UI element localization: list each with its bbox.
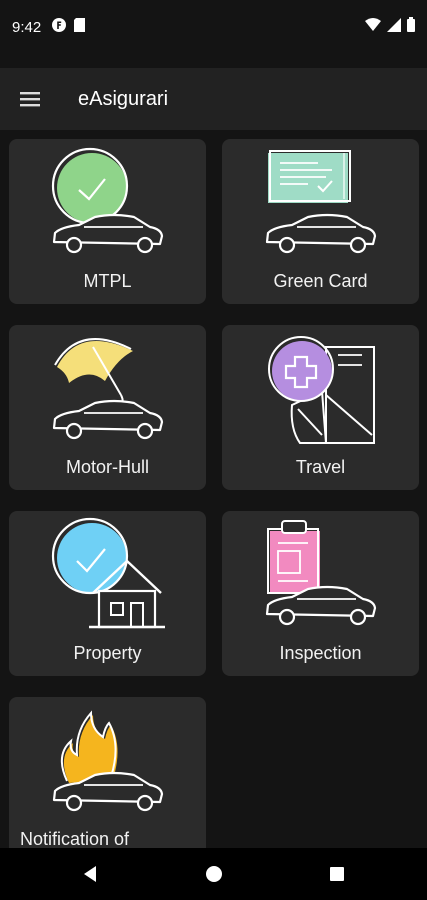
- card-inspection[interactable]: Inspection: [222, 511, 419, 676]
- sim-icon: [74, 18, 85, 32]
- card-notification[interactable]: Notification of: [9, 697, 206, 848]
- card-label-travel: Travel: [295, 457, 346, 477]
- back-icon[interactable]: [78, 862, 102, 886]
- notification-f-icon: [52, 18, 66, 32]
- card-label-motor-hull: Motor-Hull: [65, 457, 149, 477]
- recents-icon[interactable]: [325, 862, 349, 886]
- card-label-mtpl: MTPL: [83, 271, 132, 291]
- status-bar: 9:42: [0, 0, 427, 56]
- status-time: 9:42: [12, 19, 42, 36]
- menu-icon[interactable]: [18, 88, 44, 110]
- navigation-bar: [0, 848, 427, 900]
- card-label-property: Property: [73, 643, 142, 663]
- motor-hull-umbrella-car-icon: [52, 338, 164, 440]
- home-icon[interactable]: [202, 862, 226, 886]
- property-house-check-icon: [51, 517, 165, 629]
- app-title: eAsigurari: [78, 88, 169, 110]
- card-motor-hull[interactable]: Motor-Hull: [9, 325, 206, 490]
- wifi-icon: [365, 17, 381, 31]
- mtpl-car-check-icon: [51, 147, 164, 254]
- card-label-green-card: Green Card: [273, 271, 368, 291]
- signal-icon: [387, 17, 401, 32]
- card-label-inspection: Inspection: [279, 643, 362, 663]
- card-green-card[interactable]: Green Card: [222, 139, 419, 304]
- green-card-document-icon: [265, 150, 377, 254]
- inspection-clipboard-car-icon: [265, 520, 377, 626]
- fire-car-icon: [52, 710, 164, 812]
- card-mtpl[interactable]: MTPL: [9, 139, 206, 304]
- travel-map-plus-icon: [268, 336, 375, 444]
- card-property[interactable]: Property: [9, 511, 206, 676]
- app-bar: eAsigurari: [0, 68, 427, 130]
- battery-icon: [407, 17, 415, 32]
- card-travel[interactable]: Travel: [222, 325, 419, 490]
- products-grid: MTPL Green Card Motor-Hull Travel Proper…: [0, 130, 427, 848]
- card-label-notification: Notification of: [20, 829, 130, 848]
